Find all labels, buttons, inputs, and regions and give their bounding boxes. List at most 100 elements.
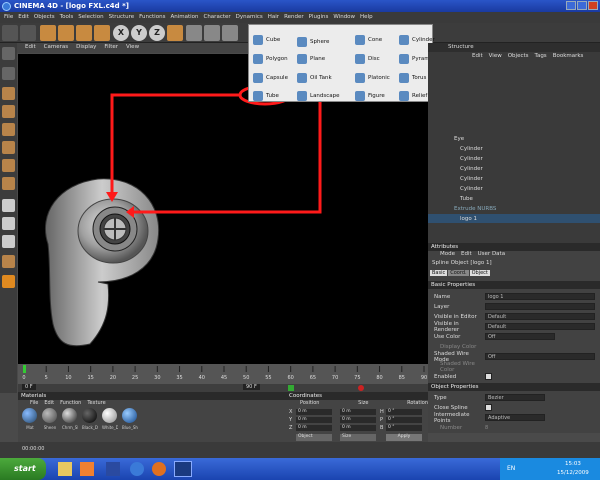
field-visible-in-renderer: Visible in Renderer Default — [428, 321, 600, 333]
primitive-cube[interactable]: Cube — [253, 35, 280, 45]
timeline-playhead[interactable] — [23, 365, 26, 373]
om-row-tube[interactable]: Tube — [428, 194, 600, 203]
tab-object[interactable]: Object — [469, 270, 490, 276]
tab-basic[interactable]: Basic — [430, 270, 448, 276]
cinema4d-taskbar-button[interactable] — [174, 461, 192, 477]
primitive-oil-tank[interactable]: Oil Tank — [297, 73, 332, 83]
primitive-figure[interactable]: Figure — [355, 91, 385, 101]
timeline-tick-label: 85 — [399, 375, 405, 381]
om-menu-view[interactable]: View — [489, 52, 502, 61]
materials-header: Materials — [18, 392, 286, 400]
clock-date: 15/12/2009 — [557, 470, 589, 476]
timeline[interactable]: 0 5 10 15 20 25 30 35 40 45 50 55 60 65 70 75 80 85 90 — [18, 364, 428, 384]
om-row-logo-1[interactable]: logo 1 — [428, 214, 600, 223]
plane-icon — [297, 54, 307, 64]
material-swatch-sheen[interactable] — [42, 408, 57, 423]
apply-button[interactable]: Apply — [386, 434, 422, 441]
rotation-b-input[interactable]: 0 ° — [386, 425, 422, 431]
timeline-tick-label: 55 — [265, 375, 271, 381]
photoshop-icon[interactable] — [106, 462, 120, 476]
mat-menu-texture[interactable]: Texture — [87, 400, 105, 406]
use-color-select[interactable]: Off — [485, 333, 555, 340]
type-select[interactable]: Bezier — [485, 394, 545, 401]
intermediate-points-select[interactable]: Adaptive — [485, 414, 545, 421]
material-swatch-chrome[interactable] — [62, 408, 77, 423]
mat-menu-file[interactable]: File — [30, 400, 38, 406]
om-menu-bookmarks[interactable]: Bookmarks — [553, 52, 584, 61]
material-swatch-black[interactable] — [82, 408, 97, 423]
visible-renderer-select[interactable]: Default — [485, 323, 595, 330]
mat-menu-edit[interactable]: Edit — [44, 400, 54, 406]
attr-menu-mode[interactable]: Mode — [440, 251, 455, 259]
tab-coord[interactable]: Coord. — [448, 270, 469, 276]
media-player-icon[interactable] — [80, 462, 94, 476]
field-intermediate-points: Intermediate Points Adaptive — [428, 412, 600, 424]
om-row-cylinder-3[interactable]: Cylinder — [428, 164, 600, 173]
folder-icon[interactable] — [58, 462, 72, 476]
windows-taskbar: start EN 15:03 15/12/2009 — [0, 458, 600, 480]
mat-menu-function[interactable]: Function — [60, 400, 81, 406]
om-row-cylinder-4[interactable]: Cylinder — [428, 174, 600, 183]
primitive-sphere[interactable]: Sphere — [297, 37, 329, 47]
coordinate-mode-select[interactable]: Object — [296, 434, 332, 441]
om-menu-objects[interactable]: Objects — [508, 52, 529, 61]
field-shaded-wire-color: Shaded Wire Color — [440, 360, 475, 373]
material-swatch-blue[interactable] — [122, 408, 137, 423]
rotation-p-input[interactable]: 0 ° — [386, 417, 422, 423]
field-name: Name logo 1 — [428, 292, 600, 301]
primitive-torus[interactable]: Torus — [399, 73, 426, 83]
status-time: 00:00:00 — [22, 446, 45, 452]
primitive-platonic[interactable]: Platonic — [355, 73, 390, 83]
shaded-wire-mode-select[interactable]: Off — [485, 353, 595, 360]
platonic-icon — [355, 73, 365, 83]
position-y-input[interactable]: 0 m — [296, 417, 332, 423]
attributes-manager: Attributes Mode Edit User Data Spline Ob… — [428, 243, 600, 433]
coordinates-header: Coordinates — [286, 392, 428, 400]
attr-menu-user-data[interactable]: User Data — [478, 251, 505, 259]
size-y-input[interactable]: 0 m — [340, 417, 376, 423]
primitive-polygon[interactable]: Polygon — [253, 54, 288, 64]
language-indicator[interactable]: EN — [507, 465, 515, 472]
position-x-input[interactable]: 0 m — [296, 409, 332, 415]
timeline-tick-label: 20 — [110, 375, 116, 381]
size-z-input[interactable]: 0 m — [340, 425, 376, 431]
polygon-icon — [253, 54, 263, 64]
primitive-plane[interactable]: Plane — [297, 54, 325, 64]
visible-editor-select[interactable]: Default — [485, 313, 595, 320]
om-row-eye[interactable]: Eye — [428, 134, 600, 143]
om-row-cylinder-1[interactable]: Cylinder — [428, 144, 600, 153]
layer-input[interactable] — [485, 303, 595, 310]
field-use-color: Use Color Off — [428, 332, 600, 341]
om-row-cylinder-2[interactable]: Cylinder — [428, 154, 600, 163]
primitive-relief[interactable]: Relief — [399, 91, 427, 101]
material-swatch-mat[interactable] — [22, 408, 37, 423]
primitive-cone[interactable]: Cone — [355, 35, 382, 45]
attr-menu-edit[interactable]: Edit — [461, 251, 472, 259]
coordinates-columns: Position Size Rotation — [300, 400, 428, 406]
timeline-tick-label: 30 — [154, 375, 160, 381]
om-menu-tags[interactable]: Tags — [535, 52, 547, 61]
attributes-subtitle: Spline Object [logo 1] — [432, 260, 492, 266]
start-button[interactable]: start — [0, 458, 46, 480]
enabled-checkbox[interactable] — [485, 373, 492, 380]
timeline-start-field[interactable]: 0 F — [22, 384, 36, 390]
close-spline-checkbox[interactable] — [485, 404, 492, 411]
primitive-capsule[interactable]: Capsule — [253, 73, 288, 83]
rotation-h-input[interactable]: 0 ° — [386, 409, 422, 415]
name-input[interactable]: logo 1 — [485, 293, 595, 300]
size-x-input[interactable]: 0 m — [340, 409, 376, 415]
primitive-disc[interactable]: Disc — [355, 54, 380, 64]
om-row-cylinder-5[interactable]: Cylinder — [428, 184, 600, 193]
firefox-icon[interactable] — [152, 462, 166, 476]
timeline-end-field[interactable]: 90 F — [243, 384, 260, 390]
primitive-landscape[interactable]: Landscape — [297, 91, 340, 101]
browser-icon[interactable] — [130, 462, 144, 476]
material-swatch-white[interactable] — [102, 408, 117, 423]
position-z-input[interactable]: 0 m — [296, 425, 332, 431]
size-mode-select[interactable]: Size — [340, 434, 376, 441]
record-icon[interactable] — [358, 385, 364, 391]
om-row-extrude-nurbs[interactable]: Extrude NURBS — [428, 204, 600, 213]
om-menu-edit[interactable]: Edit — [472, 52, 483, 61]
primitive-tube[interactable]: Tube — [253, 91, 279, 101]
play-icon[interactable] — [288, 385, 294, 391]
